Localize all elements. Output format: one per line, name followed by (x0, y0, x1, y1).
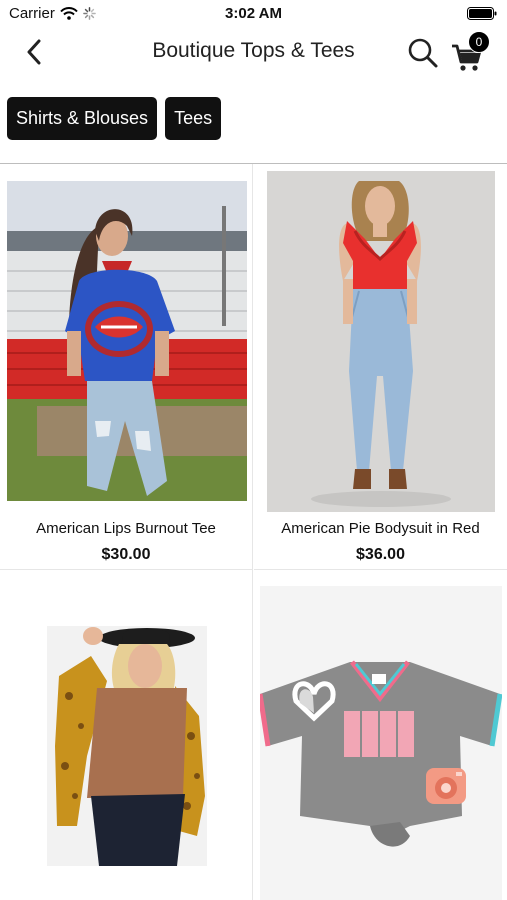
product-name: American Pie Bodysuit in Red (281, 520, 480, 537)
product-price: $30.00 (101, 546, 151, 563)
category-chips: Shirts & Blouses Tees (7, 97, 222, 140)
product-image (267, 171, 495, 512)
status-time: 3:02 AM (225, 5, 282, 22)
product-image (260, 586, 502, 900)
status-bar: Carrier 3:02 AM (0, 0, 507, 28)
cart-count-badge: 0 (468, 31, 490, 53)
search-icon (408, 38, 438, 68)
search-button[interactable] (406, 36, 440, 70)
navigation-bar: Boutique Tops & Tees 0 (0, 28, 507, 76)
category-chip-tees[interactable]: Tees (165, 97, 222, 140)
product-image (47, 626, 207, 866)
cart-button[interactable]: 0 (450, 31, 494, 74)
product-card[interactable] (254, 570, 507, 900)
product-price: $36.00 (356, 546, 405, 563)
product-image (7, 181, 247, 501)
product-card[interactable] (0, 570, 253, 900)
product-grid: American Lips Burnout Tee $30.00 America… (0, 164, 507, 900)
product-card[interactable]: American Lips Burnout Tee $30.00 (0, 164, 253, 570)
product-name: American Lips Burnout Tee (36, 520, 216, 537)
battery-icon (467, 7, 497, 20)
product-card[interactable]: American Pie Bodysuit in Red $36.00 (254, 164, 507, 570)
category-chip-shirts-blouses[interactable]: Shirts & Blouses (7, 97, 158, 140)
